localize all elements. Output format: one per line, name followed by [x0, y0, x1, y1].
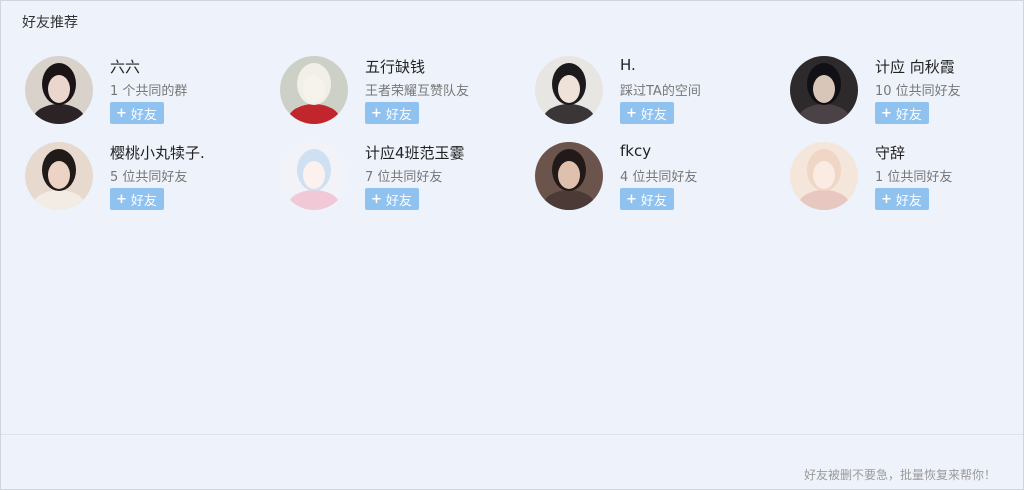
friend-name[interactable]: 六六 [110, 56, 140, 77]
add-friend-label: 好友 [895, 107, 922, 123]
add-friend-label: 好友 [895, 193, 922, 209]
plus-icon: + [881, 191, 892, 207]
friend-relation: 1 位共同好友 [875, 170, 953, 185]
friend-grid: 六六 1 个共同的群 + 好友 五行缺钱 王者荣耀互赞队友 + 好友 H. 踩过… [25, 56, 1020, 228]
add-friend-button[interactable]: + 好友 [110, 188, 164, 210]
avatar-image [790, 142, 858, 210]
avatar-image [280, 142, 348, 210]
avatar-image [535, 56, 603, 124]
friend-card: 五行缺钱 王者荣耀互赞队友 + 好友 [280, 56, 535, 142]
avatar[interactable] [535, 56, 603, 124]
avatar[interactable] [790, 142, 858, 210]
add-friend-label: 好友 [385, 193, 412, 209]
plus-icon: + [626, 105, 637, 121]
plus-icon: + [626, 191, 637, 207]
add-friend-button[interactable]: + 好友 [110, 102, 164, 124]
avatar-image [25, 56, 93, 124]
friend-card: fkcy 4 位共同好友 + 好友 [535, 142, 790, 228]
friend-name[interactable]: 樱桃小丸犊子. [110, 142, 205, 163]
friend-name[interactable]: 守辞 [875, 142, 905, 163]
avatar[interactable] [535, 142, 603, 210]
friend-card: H. 踩过TA的空间 + 好友 [535, 56, 790, 142]
friend-recommend-panel: 好友推荐 六六 1 个共同的群 + 好友 五行缺钱 王者荣耀互赞队友 + 好友 … [0, 0, 1024, 490]
avatar[interactable] [790, 56, 858, 124]
panel-title: 好友推荐 [22, 15, 78, 31]
add-friend-label: 好友 [130, 107, 157, 123]
avatar[interactable] [25, 142, 93, 210]
friend-name[interactable]: 计应 向秋霞 [875, 56, 955, 77]
avatar-image [25, 142, 93, 210]
plus-icon: + [881, 105, 892, 121]
add-friend-button[interactable]: + 好友 [365, 102, 419, 124]
plus-icon: + [116, 105, 127, 121]
friend-card: 六六 1 个共同的群 + 好友 [25, 56, 280, 142]
friend-card: 计应 向秋霞 10 位共同好友 + 好友 [790, 56, 1020, 142]
avatar[interactable] [25, 56, 93, 124]
avatar-image [790, 56, 858, 124]
avatar-image [280, 56, 348, 124]
friend-relation: 7 位共同好友 [365, 170, 443, 185]
friend-name[interactable]: fkcy [620, 142, 651, 160]
add-friend-button[interactable]: + 好友 [620, 102, 674, 124]
friend-name[interactable]: 计应4班范玉霎 [365, 142, 465, 163]
add-friend-label: 好友 [640, 107, 667, 123]
plus-icon: + [116, 191, 127, 207]
avatar[interactable] [280, 56, 348, 124]
add-friend-label: 好友 [130, 193, 157, 209]
friend-name[interactable]: H. [620, 56, 636, 74]
friend-relation: 4 位共同好友 [620, 170, 698, 185]
add-friend-label: 好友 [640, 193, 667, 209]
friend-relation: 王者荣耀互赞队友 [365, 84, 470, 99]
friend-card: 守辞 1 位共同好友 + 好友 [790, 142, 1020, 228]
friend-card: 计应4班范玉霎 7 位共同好友 + 好友 [280, 142, 535, 228]
add-friend-button[interactable]: + 好友 [875, 188, 929, 210]
restore-friends-link[interactable]: 好友被删不要急，批量恢复来帮你！ [804, 466, 996, 483]
friend-relation: 5 位共同好友 [110, 170, 188, 185]
plus-icon: + [371, 191, 382, 207]
friend-card: 樱桃小丸犊子. 5 位共同好友 + 好友 [25, 142, 280, 228]
add-friend-button[interactable]: + 好友 [875, 102, 929, 124]
plus-icon: + [371, 105, 382, 121]
friend-relation: 踩过TA的空间 [620, 84, 701, 99]
divider [1, 434, 1023, 435]
friend-relation: 1 个共同的群 [110, 84, 188, 99]
friend-name[interactable]: 五行缺钱 [365, 56, 425, 77]
add-friend-button[interactable]: + 好友 [365, 188, 419, 210]
avatar[interactable] [280, 142, 348, 210]
add-friend-button[interactable]: + 好友 [620, 188, 674, 210]
friend-relation: 10 位共同好友 [875, 84, 961, 99]
add-friend-label: 好友 [385, 107, 412, 123]
avatar-image [535, 142, 603, 210]
